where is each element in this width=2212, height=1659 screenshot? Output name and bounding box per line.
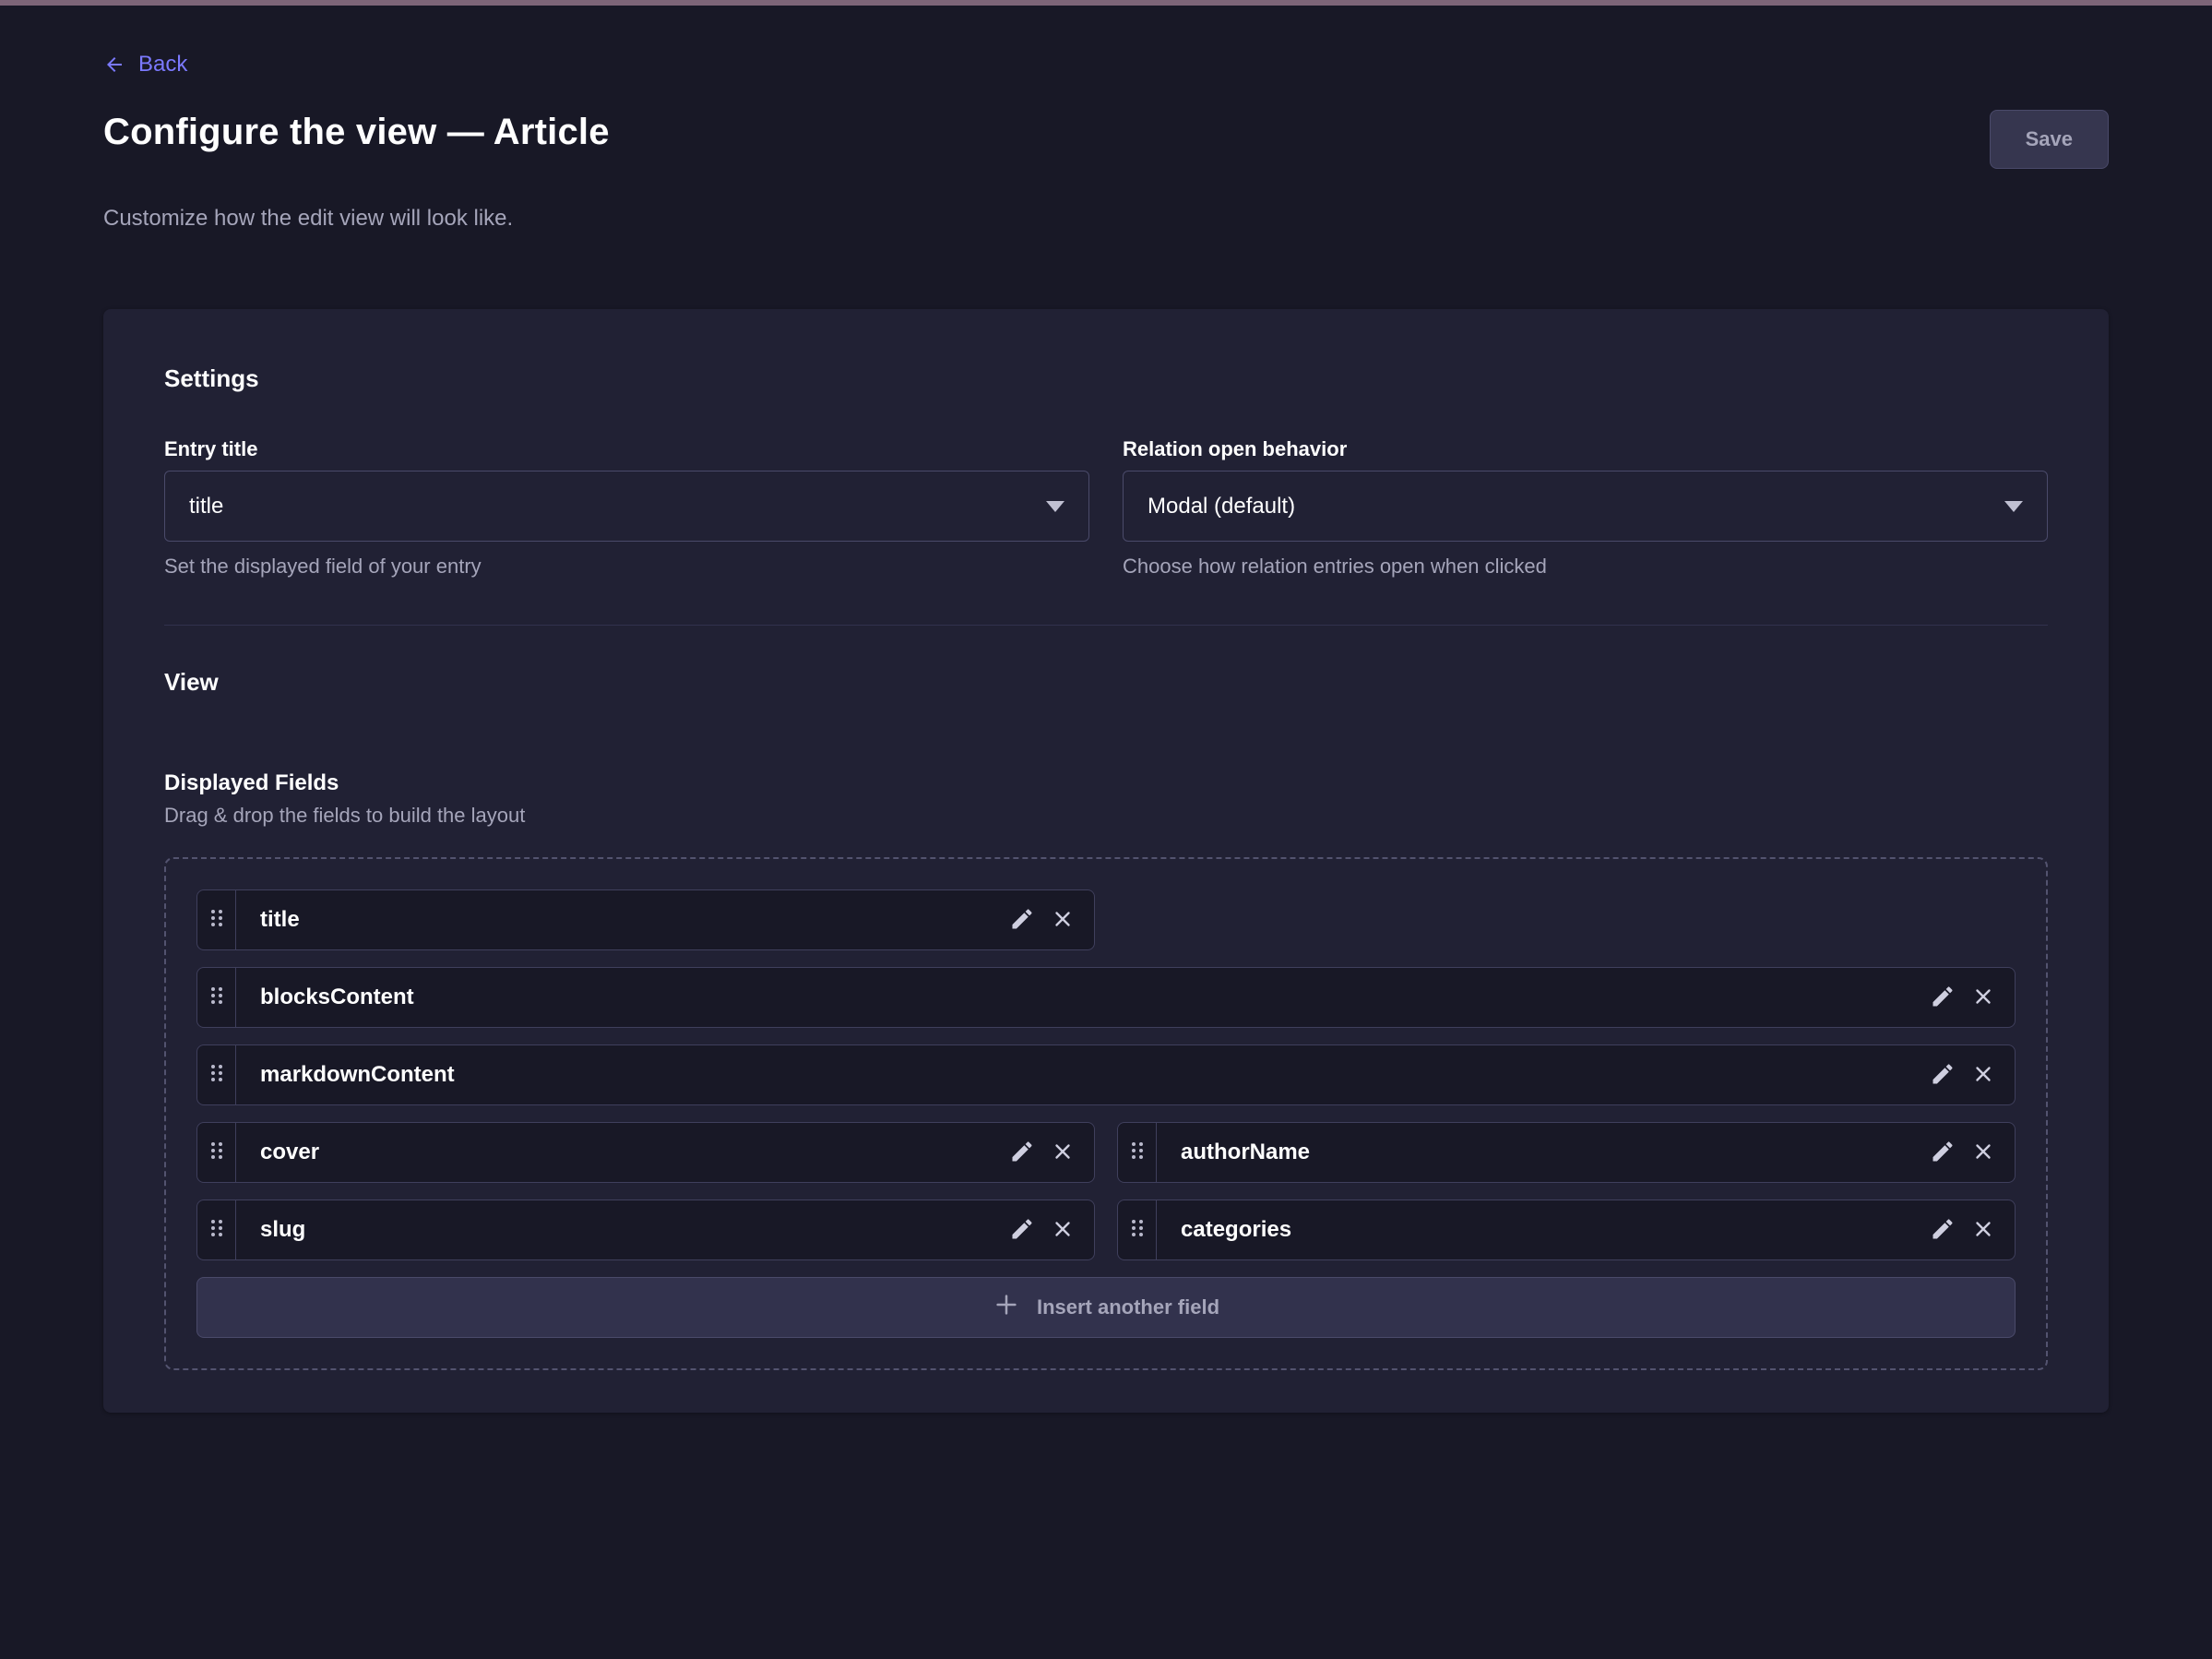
field-card-categories[interactable]: categories xyxy=(1117,1199,2016,1260)
field-name: slug xyxy=(236,1217,1002,1243)
field-name: cover xyxy=(236,1140,1002,1165)
insert-field-label: Insert another field xyxy=(1037,1295,1219,1319)
edit-field-button[interactable] xyxy=(1002,1132,1042,1173)
settings-form: Entry title title Set the displayed fiel… xyxy=(164,437,2048,579)
displayed-fields-hint: Drag & drop the fields to build the layo… xyxy=(164,804,2048,828)
remove-field-button[interactable] xyxy=(1963,1055,2004,1095)
drag-handle[interactable] xyxy=(197,890,236,949)
field-card-markdownContent[interactable]: markdownContent xyxy=(196,1044,2016,1105)
remove-field-button[interactable] xyxy=(1042,900,1083,940)
field-card-cover[interactable]: cover xyxy=(196,1122,1095,1183)
drag-dots-icon xyxy=(208,1139,226,1167)
relation-behavior-value: Modal (default) xyxy=(1148,494,1295,519)
pencil-icon xyxy=(1930,984,1956,1012)
cross-icon xyxy=(1051,907,1075,934)
view-heading: View xyxy=(164,668,2048,697)
drag-dots-icon xyxy=(208,1216,226,1245)
field-row: title xyxy=(196,889,2016,950)
field-row: slug xyxy=(196,1199,2016,1260)
back-link[interactable]: Back xyxy=(103,52,187,78)
drag-handle[interactable] xyxy=(1118,1123,1157,1182)
drag-dots-icon xyxy=(208,906,226,935)
relation-behavior-hint: Choose how relation entries open when cl… xyxy=(1123,555,2048,579)
field-card-authorName[interactable]: authorName xyxy=(1117,1122,2016,1183)
remove-field-button[interactable] xyxy=(1963,1132,2004,1173)
edit-field-button[interactable] xyxy=(1922,1055,1963,1095)
configure-view-page: Back Configure the view — Article Save C… xyxy=(0,6,2212,1659)
pencil-icon xyxy=(1930,1216,1956,1245)
entry-title-value: title xyxy=(189,494,223,519)
relation-behavior-field: Relation open behavior Modal (default) C… xyxy=(1123,437,2048,579)
drag-dots-icon xyxy=(1128,1139,1147,1167)
field-row: markdownContent xyxy=(196,1044,2016,1105)
relation-behavior-select[interactable]: Modal (default) xyxy=(1123,471,2048,542)
drag-dots-icon xyxy=(208,984,226,1012)
edit-field-button[interactable] xyxy=(1922,1132,1963,1173)
arrow-left-icon xyxy=(103,54,125,76)
caret-down-icon xyxy=(2004,501,2023,512)
pencil-icon xyxy=(1930,1139,1956,1167)
drag-handle[interactable] xyxy=(197,1123,236,1182)
drag-handle[interactable] xyxy=(197,1045,236,1104)
drag-handle[interactable] xyxy=(197,1200,236,1259)
field-name: authorName xyxy=(1157,1140,1922,1165)
insert-field-button[interactable]: Insert another field xyxy=(196,1277,2016,1338)
pencil-icon xyxy=(1009,1139,1035,1167)
displayed-fields-title: Displayed Fields xyxy=(164,770,2048,796)
header-row: Configure the view — Article Save xyxy=(103,110,2109,169)
edit-field-button[interactable] xyxy=(1922,1210,1963,1250)
entry-title-hint: Set the displayed field of your entry xyxy=(164,555,1089,579)
field-name: title xyxy=(236,907,1002,933)
edit-field-button[interactable] xyxy=(1002,900,1042,940)
entry-title-field: Entry title title Set the displayed fiel… xyxy=(164,437,1089,579)
remove-field-button[interactable] xyxy=(1963,1210,2004,1250)
field-card-slug[interactable]: slug xyxy=(196,1199,1095,1260)
field-row: blocksContent xyxy=(196,967,2016,1028)
relation-behavior-label: Relation open behavior xyxy=(1123,437,2048,461)
remove-field-button[interactable] xyxy=(1042,1132,1083,1173)
settings-card: Settings Entry title title Set the displ… xyxy=(103,309,2109,1413)
settings-heading: Settings xyxy=(164,364,2048,393)
field-row: cover xyxy=(196,1122,2016,1183)
fields-drop-zone: title xyxy=(164,857,2048,1370)
pencil-icon xyxy=(1009,1216,1035,1245)
field-card-blocksContent[interactable]: blocksContent xyxy=(196,967,2016,1028)
cross-icon xyxy=(1971,1217,1995,1244)
section-divider xyxy=(164,625,2048,626)
cross-icon xyxy=(1971,1062,1995,1089)
drag-handle[interactable] xyxy=(197,968,236,1027)
remove-field-button[interactable] xyxy=(1042,1210,1083,1250)
cross-icon xyxy=(1971,1140,1995,1166)
entry-title-select[interactable]: title xyxy=(164,471,1089,542)
drag-dots-icon xyxy=(208,1061,226,1090)
pencil-icon xyxy=(1930,1061,1956,1090)
cross-icon xyxy=(1971,985,1995,1011)
page-subtitle: Customize how the edit view will look li… xyxy=(103,206,2109,232)
drag-handle[interactable] xyxy=(1118,1200,1157,1259)
field-card-title[interactable]: title xyxy=(196,889,1095,950)
plus-icon xyxy=(993,1291,1020,1324)
save-button[interactable]: Save xyxy=(1990,110,2109,169)
field-name: markdownContent xyxy=(236,1062,1922,1088)
back-label: Back xyxy=(138,52,187,78)
edit-field-button[interactable] xyxy=(1922,977,1963,1018)
caret-down-icon xyxy=(1046,501,1064,512)
cross-icon xyxy=(1051,1217,1075,1244)
entry-title-label: Entry title xyxy=(164,437,1089,461)
edit-field-button[interactable] xyxy=(1002,1210,1042,1250)
pencil-icon xyxy=(1009,906,1035,935)
cross-icon xyxy=(1051,1140,1075,1166)
field-name: categories xyxy=(1157,1217,1922,1243)
remove-field-button[interactable] xyxy=(1963,977,2004,1018)
drag-dots-icon xyxy=(1128,1216,1147,1245)
page-title: Configure the view — Article xyxy=(103,110,610,154)
field-name: blocksContent xyxy=(236,985,1922,1010)
